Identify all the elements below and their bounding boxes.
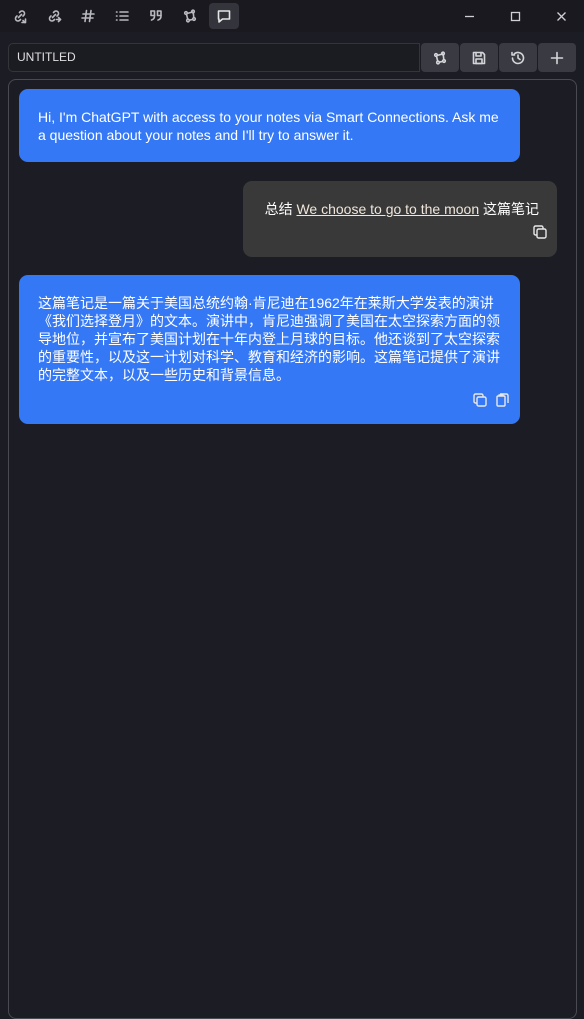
minimize-button[interactable] bbox=[446, 0, 492, 32]
copy-message-button[interactable] bbox=[472, 392, 488, 412]
new-chat-button[interactable] bbox=[538, 43, 576, 72]
user-message: 总结 We choose to go to the moon 这篇笔记 bbox=[243, 181, 557, 257]
message-text: Hi, I'm ChatGPT with access to your note… bbox=[38, 109, 503, 143]
message-actions bbox=[532, 224, 548, 244]
maximize-button[interactable] bbox=[492, 0, 538, 32]
minimize-icon bbox=[464, 15, 474, 17]
close-button[interactable] bbox=[538, 0, 584, 32]
smart-connections-icon[interactable] bbox=[175, 3, 205, 29]
window-controls bbox=[446, 0, 584, 32]
message-text: 总结 We choose to go to the moon 这篇笔记 bbox=[261, 200, 539, 218]
chat-icon[interactable] bbox=[209, 3, 239, 29]
outline-icon[interactable] bbox=[107, 3, 137, 29]
assistant-message: Hi, I'm ChatGPT with access to your note… bbox=[19, 89, 520, 162]
chat-history-button[interactable] bbox=[499, 43, 537, 72]
smart-connections-icon bbox=[433, 50, 447, 65]
chat-name-input[interactable]: UNTITLED bbox=[8, 43, 420, 72]
save-icon bbox=[472, 51, 486, 64]
plus-icon bbox=[550, 51, 564, 64]
copy-icon bbox=[533, 225, 547, 239]
chat-title-row: UNTITLED bbox=[8, 43, 576, 72]
close-icon bbox=[556, 11, 566, 21]
copy-icon bbox=[473, 393, 487, 407]
clipboard-icon bbox=[496, 393, 509, 407]
quote-icon[interactable] bbox=[141, 3, 171, 29]
assistant-message: 这篇笔记是一篇关于美国总统约翰·肯尼迪在1962年在莱斯大学发表的演讲《我们选择… bbox=[19, 275, 520, 424]
note-link[interactable]: We choose to go to the moon bbox=[296, 201, 479, 217]
message-suffix: 这篇笔记 bbox=[479, 201, 539, 217]
copy-to-note-button[interactable] bbox=[494, 392, 510, 412]
message-prefix: 总结 bbox=[264, 201, 297, 217]
open-conversation-list-button[interactable] bbox=[421, 43, 459, 72]
save-chat-button[interactable] bbox=[460, 43, 498, 72]
chat-thread[interactable]: Hi, I'm ChatGPT with access to your note… bbox=[8, 79, 577, 1019]
backlinks-icon[interactable] bbox=[5, 3, 35, 29]
maximize-icon bbox=[510, 11, 520, 21]
message-text: 这篇笔记是一篇关于美国总统约翰·肯尼迪在1962年在莱斯大学发表的演讲《我们选择… bbox=[38, 295, 500, 383]
outgoing-links-icon[interactable] bbox=[39, 3, 69, 29]
history-icon bbox=[511, 51, 525, 64]
copy-message-button[interactable] bbox=[532, 224, 548, 244]
message-actions bbox=[472, 392, 510, 412]
top-toolbar bbox=[0, 0, 584, 32]
tags-icon[interactable] bbox=[73, 3, 103, 29]
